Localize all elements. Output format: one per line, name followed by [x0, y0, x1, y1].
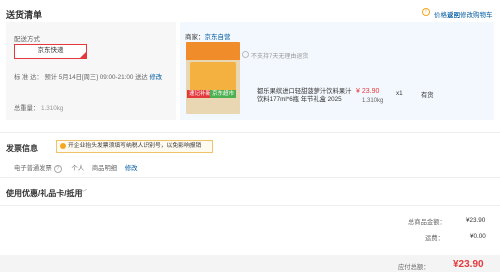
invoice-detail-row: 电子普通发票? 个人 商品明细 修改	[14, 163, 137, 173]
product-quantity: x1	[396, 90, 403, 97]
product-image[interactable]: 23	[186, 42, 240, 114]
invoice-person: 个人	[71, 165, 85, 172]
invoice-edit-link[interactable]: 修改	[125, 165, 138, 172]
subtotal-label: 总商品金额：	[408, 219, 446, 226]
section-divider	[0, 177, 500, 178]
chevron-down-icon[interactable]: ﹀	[80, 188, 87, 198]
delivery-time-value: 预计 5月14日[周三] 09:00-21:00 送达	[44, 74, 148, 81]
product-image-can	[190, 62, 236, 92]
help-icon[interactable]: ?	[53, 165, 62, 173]
total-weight-value: 1.310kg	[40, 105, 64, 112]
section-divider	[0, 205, 500, 206]
stock-status: 有货	[421, 92, 434, 99]
jd-supermarket-tag: 京东超市	[210, 90, 237, 98]
subtotal-value: ¥23.90	[466, 217, 486, 224]
delivery-time-edit-link[interactable]: 修改	[149, 74, 162, 81]
shipping-method-value: 京东快递	[37, 47, 64, 54]
seller-name[interactable]: 京东自营	[205, 34, 231, 41]
back-to-cart-link[interactable]: 返回修改购物车	[447, 9, 493, 19]
invoice-notice: 开企业抬头发票须填写纳税人识别号，以免影响报销	[56, 140, 213, 153]
invoice-title: 发票信息	[6, 144, 38, 153]
shipping-method-label: 配送方式	[14, 36, 40, 43]
product-price: ¥ 23.90	[356, 88, 380, 95]
total-weight-label: 总重量：	[14, 105, 40, 112]
invoice-content: 商品明细	[91, 165, 118, 172]
info-icon: !	[422, 8, 430, 16]
invoice-notice-text: 开企业抬头发票须填写纳税人识别号，以免影响报销	[68, 143, 202, 149]
total-weight-row: 总重量： 1.310kg	[14, 103, 63, 112]
payable-label: 应付总额：	[398, 264, 430, 271]
delivery-time-row: 标 准 达： 预计 5月14日[周三] 09:00-21:00 送达 修改	[14, 72, 162, 81]
product-name[interactable]: 都乐果缤进口轻甜菠萝汁饮料果汁饮料177ml*6瓶 年节礼盒 2025	[257, 88, 352, 104]
payable-value: ¥23.90	[453, 259, 484, 270]
invoice-type: 电子普通发票	[14, 165, 52, 172]
lightbulb-icon	[60, 143, 66, 149]
shipping-fee-label: 运费：	[425, 235, 444, 242]
coupon-section-toggle[interactable]: 使用优惠/礼品卡/抵用	[6, 188, 82, 199]
seller-row: 商家：京东自营	[185, 31, 231, 41]
section-divider	[0, 132, 500, 133]
delivery-list-title: 送货清单	[6, 10, 43, 20]
no-return-text: 不支持7天无理由退货	[251, 54, 309, 60]
no-return-icon	[242, 51, 249, 58]
shipping-method-option-jd-express[interactable]: 京东快递	[14, 44, 87, 59]
back-to-cart-label[interactable]: 返回修改购物车	[447, 12, 493, 19]
seller-label: 商家：	[185, 34, 205, 41]
product-image-band	[186, 42, 240, 60]
delivery-time-label: 标 准 达：	[14, 74, 43, 81]
shipping-fee-value: ¥0.00	[470, 233, 486, 240]
product-weight: 1.310kg	[362, 98, 384, 104]
